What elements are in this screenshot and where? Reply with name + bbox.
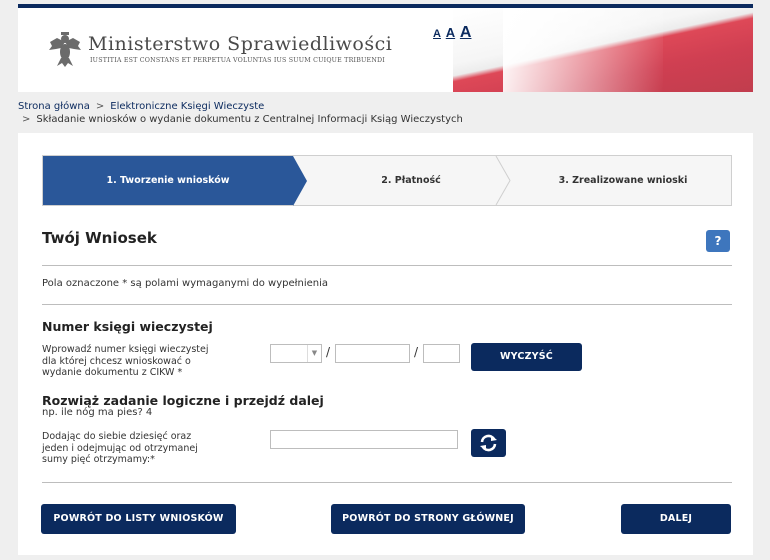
breadcrumb: Strona główna > Elektroniczne Księgi Wiecz… bbox=[18, 101, 264, 112]
captcha-answer-input[interactable] bbox=[270, 430, 458, 449]
step-2-payment: 2. Płatność bbox=[381, 175, 441, 186]
site-header: Ministerstwo Sprawiedliwości IUSTITIA ES… bbox=[18, 8, 753, 92]
kw-check-digit-input[interactable] bbox=[423, 344, 460, 363]
captcha-example: np. ile nóg ma pies? 4 bbox=[42, 407, 153, 418]
kw-description-line: wydanie dokumentu z CIKW * bbox=[42, 367, 183, 378]
captcha-question-line: sumy pięć otrzymamy:* bbox=[42, 454, 155, 465]
progress-steps: 1. Tworzenie wniosków 2. Płatność 3. Zre… bbox=[42, 155, 732, 206]
eagle-emblem-icon bbox=[49, 32, 81, 67]
step-3-completed: 3. Zrealizowane wnioski bbox=[558, 175, 688, 186]
back-to-list-button[interactable]: POWRÓT DO LISTY WNIOSKÓW bbox=[41, 504, 236, 534]
kw-section-heading: Numer księgi wieczystej bbox=[42, 319, 213, 334]
divider bbox=[42, 304, 732, 305]
captcha-question-line: Dodając do siebie dziesięć oraz bbox=[42, 431, 192, 442]
ministry-title: Ministerstwo Sprawiedliwości bbox=[88, 33, 393, 55]
chevron-right-icon: > bbox=[22, 114, 31, 125]
step-1-create: 1. Tworzenie wniosków bbox=[43, 156, 293, 205]
court-code-select[interactable]: ▼ bbox=[270, 344, 322, 363]
kw-description: Wprowadź numer księgi wieczystej dla któ… bbox=[42, 344, 209, 379]
breadcrumb-current: > Składanie wniosków o wydanie dokumentu … bbox=[22, 114, 463, 125]
breadcrumb-current-label: Składanie wniosków o wydanie dokumentu z… bbox=[36, 114, 463, 125]
clear-button[interactable]: WYCZYŚĆ bbox=[471, 343, 582, 371]
ministry-motto: IUSTITIA EST CONSTANS ET PERPETUA VOLUNT… bbox=[90, 57, 385, 64]
font-size-large-link[interactable]: A bbox=[460, 24, 472, 41]
breadcrumb-section-link[interactable]: Elektroniczne Księgi Wieczyste bbox=[110, 101, 264, 112]
divider bbox=[42, 482, 732, 483]
font-size-switcher: A A A bbox=[433, 24, 473, 42]
kw-description-line: Wprowadź numer księgi wieczystej bbox=[42, 344, 209, 355]
divider bbox=[42, 265, 732, 266]
next-button[interactable]: DALEJ bbox=[621, 504, 731, 534]
main-panel: 1. Tworzenie wniosków 2. Płatność 3. Zre… bbox=[18, 133, 753, 555]
captcha-question: Dodając do siebie dziesięć oraz jeden i … bbox=[42, 431, 198, 466]
back-to-home-button[interactable]: POWRÓT DO STRONY GŁÓWNEJ bbox=[331, 504, 525, 534]
required-fields-note: Pola oznaczone * są polami wymaganymi do… bbox=[42, 278, 329, 289]
step-arrow bbox=[293, 156, 307, 206]
captcha-question-line: jeden i odejmując od otrzymanej bbox=[42, 442, 198, 454]
refresh-captcha-button[interactable] bbox=[471, 429, 506, 457]
help-button[interactable]: ? bbox=[706, 230, 730, 252]
separator-slash: / bbox=[414, 345, 419, 359]
flag-fade bbox=[503, 8, 663, 92]
page-title: Twój Wniosek bbox=[42, 229, 157, 247]
kw-number-input[interactable] bbox=[335, 344, 410, 363]
breadcrumb-home-link[interactable]: Strona główna bbox=[18, 101, 90, 112]
chevron-right-icon: > bbox=[95, 101, 105, 112]
kw-description-line: dla której chcesz wnioskować o bbox=[42, 355, 191, 367]
refresh-icon bbox=[480, 434, 497, 452]
font-size-small-link[interactable]: A bbox=[433, 28, 441, 40]
captcha-heading: Rozwiąż zadanie logiczne i przejdź dalej bbox=[42, 393, 324, 408]
separator-slash: / bbox=[326, 345, 331, 359]
chevron-down-icon: ▼ bbox=[307, 345, 321, 362]
font-size-medium-link[interactable]: A bbox=[446, 25, 455, 40]
